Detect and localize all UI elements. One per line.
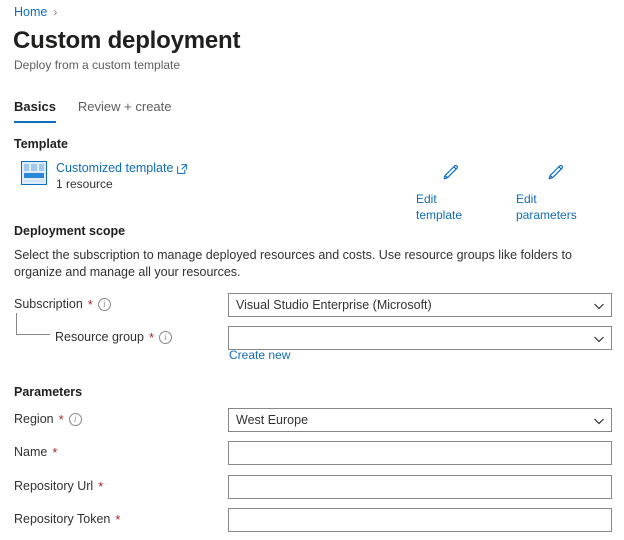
resource-group-required-marker: * (148, 330, 155, 345)
repository-token-label-text: Repository Token (14, 512, 111, 526)
region-info-icon[interactable]: i (68, 413, 82, 426)
edit-parameters-button[interactable]: Edit parameters (516, 162, 596, 223)
resource-group-label-text: Resource group (55, 330, 144, 344)
subscription-value: Visual Studio Enterprise (Microsoft) (236, 298, 432, 312)
breadcrumb: Home › (14, 4, 57, 20)
breadcrumb-home-link[interactable]: Home (14, 4, 47, 20)
name-required-marker: * (52, 445, 58, 460)
name-label-text: Name (14, 445, 48, 459)
tab-bar: Basics Review + create (14, 97, 194, 123)
region-required-marker: * (58, 412, 64, 427)
page-subtitle: Deploy from a custom template (14, 58, 181, 72)
chevron-right-icon: › (53, 5, 58, 19)
tab-review-create-label: Review + create (77, 99, 172, 114)
name-input[interactable] (228, 441, 612, 465)
subscription-label-text: Subscription (14, 297, 83, 311)
repository-token-input[interactable] (228, 508, 612, 532)
subscription-dropdown[interactable]: Visual Studio Enterprise (Microsoft) (228, 293, 612, 317)
resource-group-label: Resource group * i (55, 329, 173, 346)
region-label-text: Region (14, 412, 54, 426)
tab-review-create[interactable]: Review + create (78, 98, 182, 123)
pencil-icon (441, 162, 461, 186)
scope-tree-connector (16, 313, 50, 335)
region-dropdown[interactable]: West Europe (228, 408, 612, 432)
resource-group-info-icon[interactable]: i (159, 331, 173, 344)
edit-template-button[interactable]: Edit template (416, 162, 486, 223)
edit-parameters-label: Edit parameters (516, 192, 577, 222)
name-label: Name * (14, 444, 57, 461)
region-value: West Europe (236, 413, 309, 427)
deployment-scope-description: Select the subscription to manage deploy… (14, 248, 572, 279)
pencil-icon (546, 162, 566, 186)
region-label: Region * i (14, 411, 82, 428)
template-section-heading: Template (14, 137, 68, 151)
deployment-scope-heading: Deployment scope (14, 224, 126, 238)
repository-url-label: Repository Url * (14, 478, 103, 495)
repository-token-label: Repository Token * (14, 511, 120, 528)
repository-url-input[interactable] (228, 475, 612, 499)
repository-url-required-marker: * (98, 479, 104, 494)
template-grid-icon (21, 161, 47, 185)
tab-basics[interactable]: Basics (14, 98, 66, 123)
external-link-icon (177, 163, 188, 174)
template-resource-count: 1 resource (56, 177, 113, 191)
repository-url-label-text: Repository Url (14, 479, 94, 493)
create-new-resource-group-link[interactable]: Create new (229, 347, 290, 363)
subscription-label: Subscription * i (14, 296, 111, 313)
page-title: Custom deployment (13, 27, 241, 54)
customized-template-link[interactable]: Customized template (56, 160, 188, 177)
tab-basics-label: Basics (14, 99, 56, 114)
repository-token-required-marker: * (115, 512, 121, 527)
edit-template-label: Edit template (416, 192, 463, 222)
parameters-heading: Parameters (14, 385, 83, 399)
custom-deployment-page: Home › Custom deployment Deploy from a c… (0, 0, 624, 540)
subscription-info-icon[interactable]: i (97, 298, 111, 311)
customized-template-link-label: Customized template (56, 161, 174, 175)
subscription-required-marker: * (87, 297, 93, 312)
